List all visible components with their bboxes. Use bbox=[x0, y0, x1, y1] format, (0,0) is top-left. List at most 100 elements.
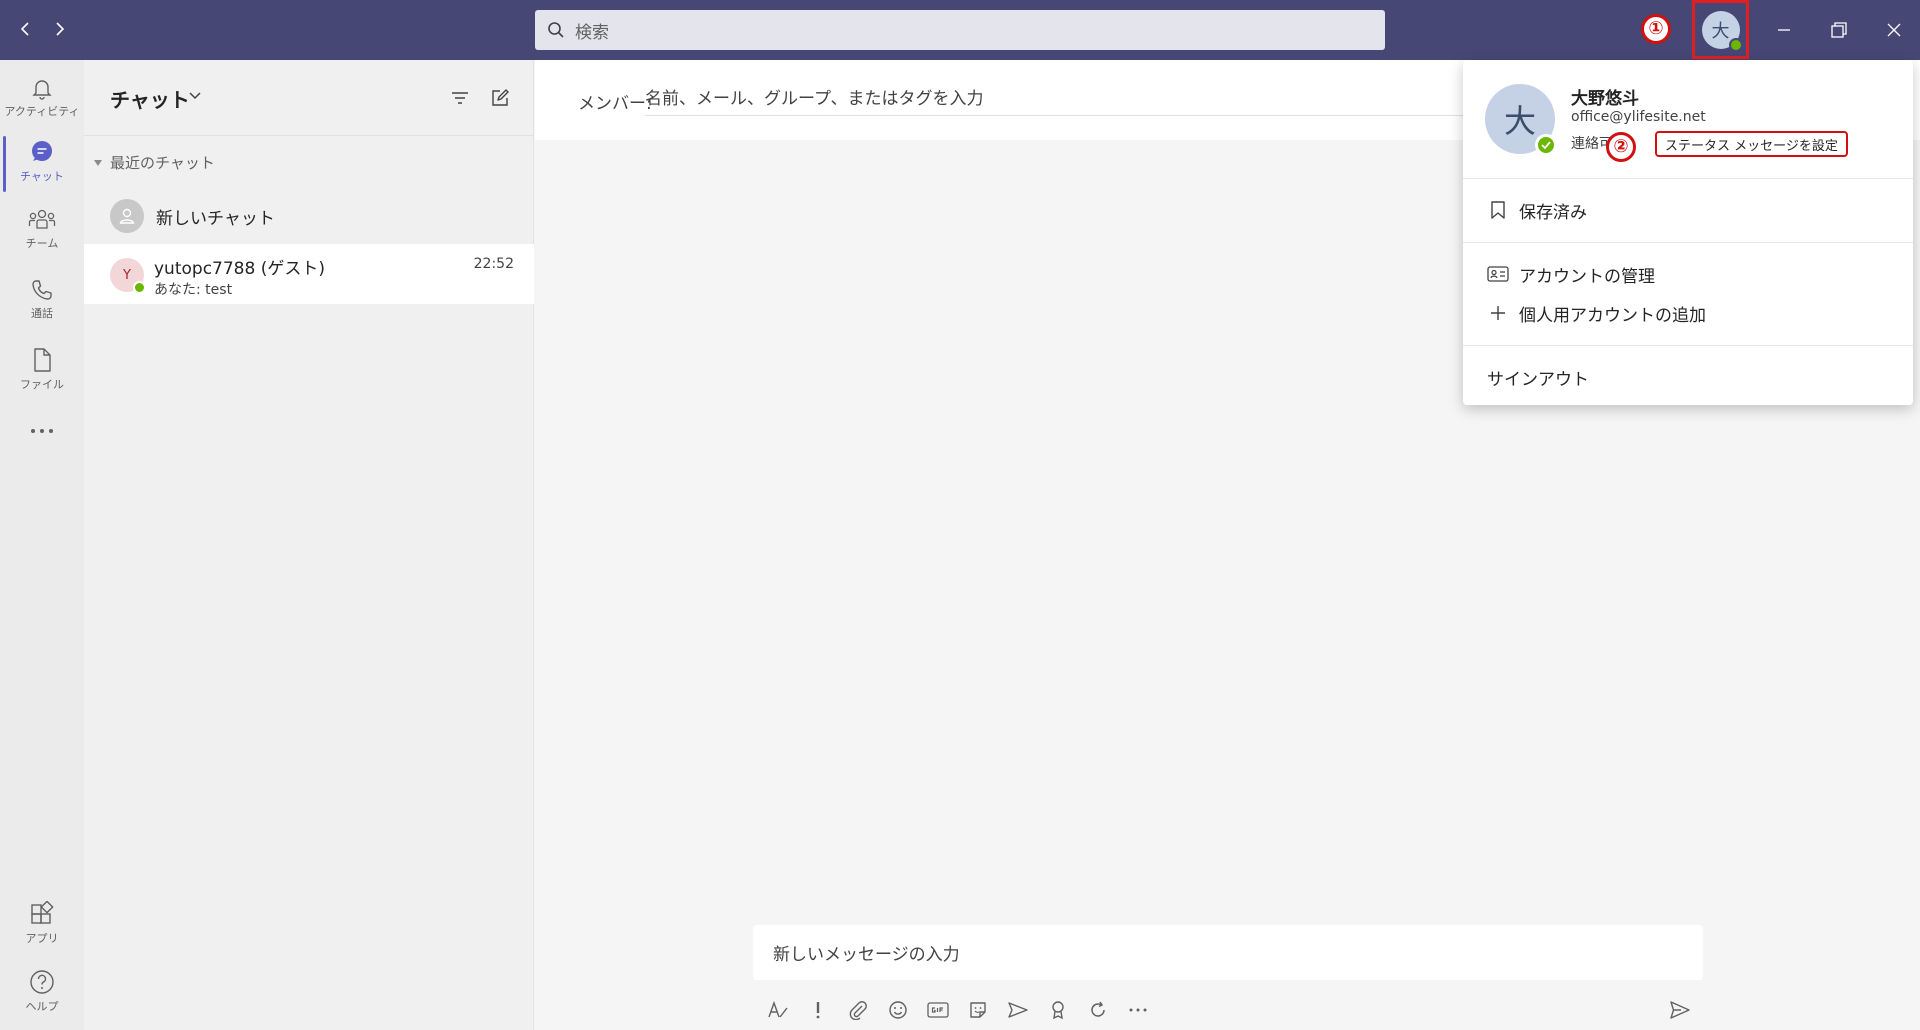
help-icon bbox=[30, 969, 54, 994]
rail-item-activity[interactable]: アクティビティ bbox=[0, 66, 84, 128]
more-options-button[interactable] bbox=[1123, 995, 1153, 1025]
more-icon bbox=[31, 429, 53, 433]
close-icon bbox=[1887, 23, 1901, 37]
new-chat-button[interactable] bbox=[486, 84, 514, 112]
account-menu: 大 大野悠斗 office@ylifesite.net 連絡可能 ステータス メ… bbox=[1463, 60, 1913, 405]
close-button[interactable] bbox=[1874, 10, 1914, 50]
rail-item-files[interactable]: ファイル bbox=[0, 338, 84, 400]
divider bbox=[1463, 178, 1913, 179]
emoji-icon bbox=[889, 1001, 907, 1019]
compose-placeholder: 新しいメッセージの入力 bbox=[773, 945, 960, 965]
send-button[interactable] bbox=[1665, 995, 1695, 1025]
avatar-initial: 大 bbox=[1711, 20, 1730, 42]
avatar[interactable]: 大 bbox=[1485, 84, 1557, 156]
praise-button[interactable] bbox=[1043, 995, 1073, 1025]
phone-icon bbox=[32, 279, 52, 300]
annotation-marker-2: ② bbox=[1606, 132, 1636, 162]
rail-item-label: ヘルプ bbox=[25, 999, 59, 1013]
bookmark-icon bbox=[1491, 201, 1505, 219]
rail-item-calls[interactable]: 通話 bbox=[0, 268, 84, 330]
forward-button[interactable] bbox=[45, 14, 75, 44]
recipient-label: メンバー: bbox=[578, 94, 652, 114]
rail-item-label: 通話 bbox=[31, 306, 53, 320]
add-personal-account-menu-item[interactable]: 個人用アカウントの追加 bbox=[1487, 298, 1706, 328]
contact-card-icon bbox=[1487, 266, 1509, 282]
chat-timestamp: 22:52 bbox=[473, 256, 514, 272]
filter-button[interactable] bbox=[446, 84, 474, 112]
attach-button[interactable] bbox=[843, 995, 873, 1025]
chevron-right-icon bbox=[56, 22, 65, 36]
profile-button[interactable]: 大 bbox=[1692, 0, 1749, 59]
avatar-initial: 大 bbox=[1503, 102, 1536, 140]
gif-button[interactable] bbox=[923, 995, 953, 1025]
menu-item-label: サインアウト bbox=[1487, 369, 1589, 390]
file-icon bbox=[34, 347, 51, 372]
rail-item-label: ファイル bbox=[20, 377, 64, 391]
emoji-button[interactable] bbox=[883, 995, 913, 1025]
user-name: 大野悠斗 bbox=[1571, 89, 1639, 109]
manage-account-menu-item[interactable]: アカウントの管理 bbox=[1487, 259, 1655, 289]
minimize-button[interactable] bbox=[1764, 10, 1804, 50]
title-bar: 検索 ① 大 bbox=[0, 0, 1920, 60]
back-button[interactable] bbox=[10, 14, 40, 44]
chat-list-header: チャット bbox=[84, 60, 534, 136]
avatar-initial: Y bbox=[123, 267, 131, 283]
rail-item-label: チャット bbox=[20, 169, 64, 183]
search-icon bbox=[548, 22, 564, 38]
loop-icon bbox=[1091, 1001, 1105, 1017]
chat-message-preview: あなた: test bbox=[154, 282, 233, 298]
sticker-icon bbox=[970, 1002, 986, 1018]
bell-icon bbox=[32, 79, 52, 100]
new-chat-item[interactable]: 新しいチャット bbox=[84, 188, 534, 244]
rail-item-label: アクティビティ bbox=[4, 104, 80, 118]
recent-chats-section[interactable]: 最近のチャット bbox=[94, 152, 215, 173]
paperclip-icon bbox=[849, 1001, 867, 1020]
message-compose-box[interactable]: 新しいメッセージの入力 bbox=[753, 925, 1703, 980]
annotation-marker-1: ① bbox=[1641, 14, 1671, 44]
gif-icon bbox=[927, 1002, 949, 1018]
rail-item-apps[interactable]: アプリ bbox=[0, 892, 84, 954]
rail-item-chat[interactable]: チャット bbox=[0, 130, 84, 192]
compose-icon bbox=[492, 89, 509, 106]
person-placeholder-icon bbox=[110, 199, 144, 233]
meet-now-icon bbox=[1008, 1002, 1028, 1018]
chevron-left-icon bbox=[20, 22, 29, 36]
saved-menu-item[interactable]: 保存済み bbox=[1487, 195, 1587, 225]
rail-item-teams[interactable]: チーム bbox=[0, 198, 84, 260]
rail-item-help[interactable]: ヘルプ bbox=[0, 960, 84, 1022]
filter-icon bbox=[452, 92, 468, 104]
format-button[interactable] bbox=[763, 995, 793, 1025]
menu-item-label: 個人用アカウントの追加 bbox=[1519, 305, 1706, 326]
menu-item-label: アカウントの管理 bbox=[1519, 266, 1655, 287]
send-icon bbox=[1670, 1001, 1690, 1019]
avatar: Y bbox=[110, 258, 146, 294]
caret-down-icon bbox=[94, 159, 102, 166]
sticker-button[interactable] bbox=[963, 995, 993, 1025]
app-rail: アクティビティ チャット チーム 通話 ファイル アプリ ヘルプ bbox=[0, 60, 84, 1030]
presence-available-icon bbox=[1728, 37, 1743, 52]
presence-available-icon bbox=[1535, 134, 1557, 156]
chevron-down-icon[interactable] bbox=[188, 88, 202, 102]
important-button[interactable] bbox=[803, 995, 833, 1025]
user-email: office@ylifesite.net bbox=[1571, 109, 1706, 125]
format-icon bbox=[768, 1000, 788, 1018]
menu-item-label: 保存済み bbox=[1519, 202, 1587, 223]
rail-item-label: チーム bbox=[25, 236, 59, 250]
set-status-message-button[interactable]: ステータス メッセージを設定 bbox=[1655, 131, 1848, 157]
teams-icon bbox=[28, 209, 56, 229]
rail-item-label: アプリ bbox=[25, 931, 59, 945]
loop-button[interactable] bbox=[1083, 995, 1113, 1025]
exclamation-icon bbox=[816, 1002, 820, 1019]
restore-button[interactable] bbox=[1819, 10, 1859, 50]
apps-icon bbox=[31, 900, 54, 924]
list-item[interactable]: Y yutopc7788 (ゲスト) あなた: test 22:52 bbox=[84, 244, 534, 304]
sign-out-menu-item[interactable]: サインアウト bbox=[1487, 362, 1589, 392]
schedule-meeting-button[interactable] bbox=[1003, 995, 1033, 1025]
praise-icon bbox=[1052, 1001, 1064, 1020]
more-apps-button[interactable] bbox=[0, 414, 84, 448]
avatar: 大 bbox=[1701, 10, 1743, 52]
plus-icon bbox=[1491, 306, 1505, 320]
search-box[interactable]: 検索 bbox=[535, 10, 1385, 50]
more-icon bbox=[1129, 1008, 1147, 1012]
chat-list-title[interactable]: チャット bbox=[110, 84, 190, 113]
